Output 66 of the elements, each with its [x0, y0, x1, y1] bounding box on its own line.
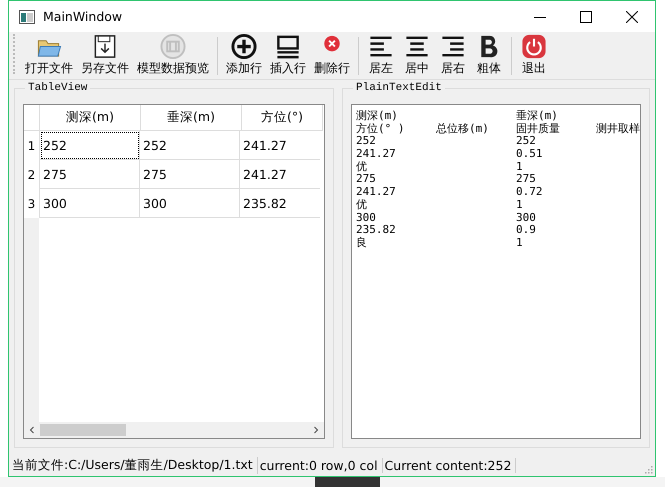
editor-text: 300	[356, 212, 376, 224]
toolbar-button[interactable]: 删除行	[310, 33, 354, 79]
toolbar-button[interactable]: 居中	[399, 33, 435, 79]
editor-text: 优	[356, 160, 367, 174]
editor-text: 垂深(m)	[516, 110, 558, 123]
editor-text: 275	[356, 173, 376, 186]
toolbar-button[interactable]: 粗体	[471, 33, 507, 79]
close-icon[interactable]	[626, 10, 638, 22]
editor-text: 0.72	[516, 186, 542, 199]
editor-text: 测井取样	[596, 122, 640, 136]
table-cell[interactable]: 300	[40, 189, 140, 218]
editor-text: 良	[356, 236, 367, 250]
status-text: Current content:252	[382, 458, 516, 472]
table-cell[interactable]: 235.82	[240, 189, 320, 218]
toolbar-button[interactable]: 居右	[435, 33, 471, 79]
table-cell[interactable]: 252	[40, 131, 140, 160]
editor-text: 252	[356, 135, 376, 148]
editor-text: 235.82	[356, 224, 396, 236]
table-cell[interactable]: 241.27	[240, 131, 320, 160]
toolbar-button[interactable]: 居左	[363, 33, 399, 79]
horizontal-scrollbar[interactable]	[24, 422, 324, 438]
editor-text: 固井质量	[516, 122, 560, 136]
editor-text: 1	[516, 236, 523, 250]
row-header[interactable]: 2	[24, 160, 40, 189]
toolbar-button[interactable]: 退出	[516, 33, 552, 79]
maximize-icon[interactable]	[580, 10, 592, 22]
app-icon	[19, 10, 35, 24]
table-cell[interactable]: 300	[140, 189, 240, 218]
column-header[interactable]: 测深(m)	[40, 105, 141, 131]
editor-text: 方位(° )	[356, 122, 404, 136]
toolbar-button[interactable]: 添加行	[222, 33, 266, 79]
text-editor[interactable]: 测深(m) 垂深(m) 方位(° ) 总位移(m) 固井质量 测井取样 252 252 241.27 0.51 优 1 275 275 241.27 0.72 优 1 300 300 235.82 0.9 良 1	[351, 104, 641, 439]
group-title: TableView	[27, 82, 88, 94]
table-cell[interactable]: 241.27	[240, 160, 320, 189]
editor-text: 0.51	[516, 148, 542, 161]
circle-icon	[159, 33, 187, 60]
resize-grip-icon[interactable]	[643, 464, 653, 474]
column-header[interactable]: 垂深(m)	[141, 105, 242, 131]
window-title: MainWindow	[43, 9, 122, 24]
row-header[interactable]: 1	[24, 131, 40, 160]
editor-text: 总位移(m)	[436, 122, 489, 136]
table-cell[interactable]: 275	[40, 160, 140, 189]
editor-text: 0.9	[516, 224, 536, 237]
scroll-right-icon[interactable]	[312, 426, 320, 434]
editor-text: 测深(m)	[356, 110, 398, 122]
toolbar-button[interactable]: 打开文件	[21, 33, 77, 79]
status-text: 当前文件:C:/Users/董雨生/Desktop/1.txt	[10, 456, 258, 474]
toolbar-button[interactable]: 插入行	[266, 33, 310, 79]
editor-text: 241.27	[356, 148, 396, 161]
monitor-icon	[274, 33, 302, 60]
power-icon	[520, 33, 548, 60]
status-text: current:0 row,0 col	[258, 458, 383, 472]
scroll-left-icon[interactable]	[28, 426, 36, 434]
editor-text: 1	[516, 198, 523, 212]
group-title: PlainTextEdit	[355, 82, 443, 94]
table-cell[interactable]: 275	[140, 160, 240, 189]
editor-text: 优	[356, 198, 367, 212]
plus-circle-icon	[230, 33, 258, 60]
toolbar-button[interactable]: 另存文件	[77, 33, 133, 79]
column-header[interactable]: 方位(°)	[242, 105, 323, 131]
editor-text: 241.27	[356, 186, 396, 199]
editor-text: 252	[516, 135, 536, 148]
editor-text: 300	[516, 212, 536, 224]
editor-text: 275	[516, 173, 536, 186]
editor-text: 1	[516, 160, 523, 174]
table-cell[interactable]: 252	[140, 131, 240, 160]
